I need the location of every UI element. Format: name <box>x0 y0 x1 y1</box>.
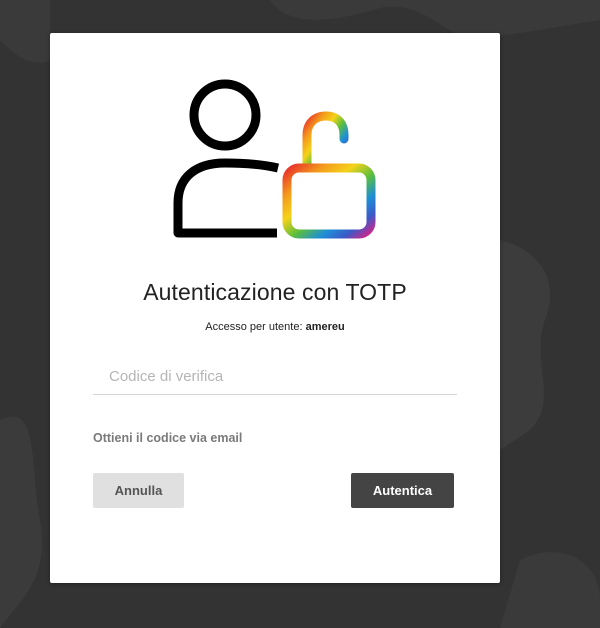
authenticate-button[interactable]: Autentica <box>351 473 454 508</box>
user-info-label: Accesso per utente: <box>205 321 303 333</box>
totp-dialog: Autenticazione con TOTP Accesso per uten… <box>50 33 500 583</box>
email-code-link[interactable]: Ottieni il codice via email <box>93 431 242 445</box>
user-unlock-icon <box>173 79 376 239</box>
dialog-title: Autenticazione con TOTP <box>143 279 407 305</box>
username: amereu <box>305 321 345 333</box>
cancel-button[interactable]: Annulla <box>93 473 184 508</box>
user-info: Accesso per utente: amereu <box>50 321 500 333</box>
verification-code-input[interactable] <box>93 359 457 395</box>
